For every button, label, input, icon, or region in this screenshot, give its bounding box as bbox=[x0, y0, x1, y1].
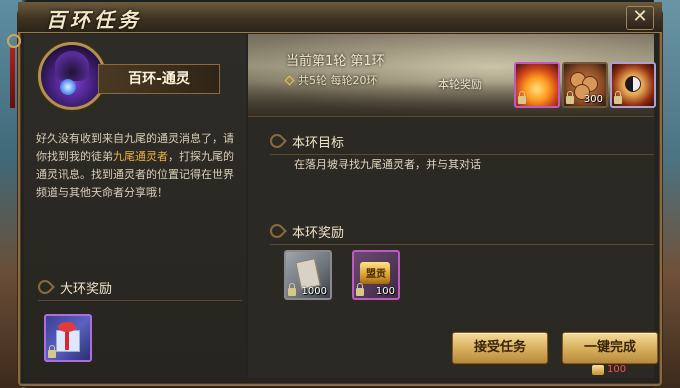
cloud-ornament-icon bbox=[35, 277, 55, 297]
ring-reward-alliance[interactable]: 盟贡 100 bbox=[352, 250, 400, 300]
npc-portrait bbox=[38, 42, 106, 110]
dialog-title: 百环任务 bbox=[46, 8, 142, 32]
round-reward-label: 本轮奖励 bbox=[438, 78, 482, 91]
one-click-finish-button[interactable]: 一键完成 bbox=[562, 332, 658, 364]
description-highlight: 九尾通灵者 bbox=[113, 150, 168, 163]
round-total-text: 共5轮 每轮20环 bbox=[298, 74, 378, 87]
round-reward-bagua[interactable] bbox=[610, 62, 656, 108]
goal-header: 本环目标 bbox=[267, 130, 654, 155]
hooded-figure-icon bbox=[55, 51, 89, 81]
lock-icon bbox=[48, 345, 56, 358]
crystal-orb-icon bbox=[60, 79, 76, 95]
lock-icon bbox=[518, 91, 526, 104]
goal-text: 在落月坡寻找九尾通灵者，并与其对话 bbox=[294, 158, 481, 171]
tassel-ornament bbox=[6, 34, 21, 114]
lock-icon bbox=[614, 91, 622, 104]
accept-task-button[interactable]: 接受任务 bbox=[452, 332, 548, 364]
yin-yang-icon bbox=[625, 76, 641, 92]
ring-reward-scroll[interactable]: 1000 bbox=[284, 250, 332, 300]
big-reward-header: 大环奖励 bbox=[35, 276, 242, 301]
close-button[interactable]: ✕ bbox=[626, 6, 654, 30]
gold-ingot-icon bbox=[592, 364, 604, 375]
npc-panel: 百环-通灵 好久没有收到来自九尾的通灵消息了，请你找到我的徒弟九尾通灵者，打探九… bbox=[24, 34, 246, 378]
npc-description: 好久没有收到来自九尾的通灵消息了，请你找到我的徒弟九尾通灵者，打探九尾的通灵讯息… bbox=[36, 130, 242, 202]
alliance-gold-text: 盟贡 bbox=[366, 269, 386, 280]
cloud-ornament-icon bbox=[267, 131, 287, 151]
big-reward-label: 大环奖励 bbox=[60, 281, 113, 297]
item-count: 1000 bbox=[301, 286, 327, 297]
ribbon-icon bbox=[65, 330, 69, 350]
current-round: 当前第1轮 第1环 bbox=[286, 54, 385, 69]
npc-name: 百环-通灵 bbox=[128, 71, 190, 87]
ring-reward-label: 本环奖励 bbox=[292, 225, 345, 241]
big-reward-item[interactable] bbox=[44, 314, 92, 362]
divider bbox=[38, 300, 242, 301]
lock-icon bbox=[566, 91, 574, 104]
task-dialog: 百环任务 ✕ 百环-通灵 好久没有收到来自九尾的通灵消息了，请你找到我的徒弟九尾… bbox=[7, 2, 662, 386]
item-count: 100 bbox=[375, 286, 395, 297]
lock-icon bbox=[356, 283, 364, 296]
ring-icon bbox=[7, 34, 21, 48]
finish-cost-value: 100 bbox=[607, 364, 627, 375]
goal-label: 本环目标 bbox=[292, 135, 345, 151]
lock-icon bbox=[288, 283, 296, 296]
divider bbox=[270, 154, 654, 155]
round-reward-coins[interactable]: 300 bbox=[562, 62, 608, 108]
bow-icon bbox=[58, 322, 76, 332]
npc-name-plate: 百环-通灵 bbox=[98, 64, 220, 94]
finish-cost: 100 bbox=[592, 364, 626, 375]
round-total: 共5轮 每轮20环 bbox=[284, 72, 378, 88]
round-banner: 当前第1轮 第1环 共5轮 每轮20环 本轮奖励 300 bbox=[248, 34, 656, 117]
diamond-icon bbox=[284, 75, 295, 86]
divider bbox=[270, 244, 654, 245]
item-count: 300 bbox=[583, 94, 603, 105]
tassel-icon bbox=[10, 48, 15, 108]
cloud-ornament-icon bbox=[267, 221, 287, 241]
round-reward-fire[interactable] bbox=[514, 62, 560, 108]
ring-reward-header: 本环奖励 bbox=[267, 220, 654, 245]
task-detail-panel: 当前第1轮 第1环 共5轮 每轮20环 本轮奖励 300 本环目标 在落月坡寻找… bbox=[248, 34, 658, 378]
